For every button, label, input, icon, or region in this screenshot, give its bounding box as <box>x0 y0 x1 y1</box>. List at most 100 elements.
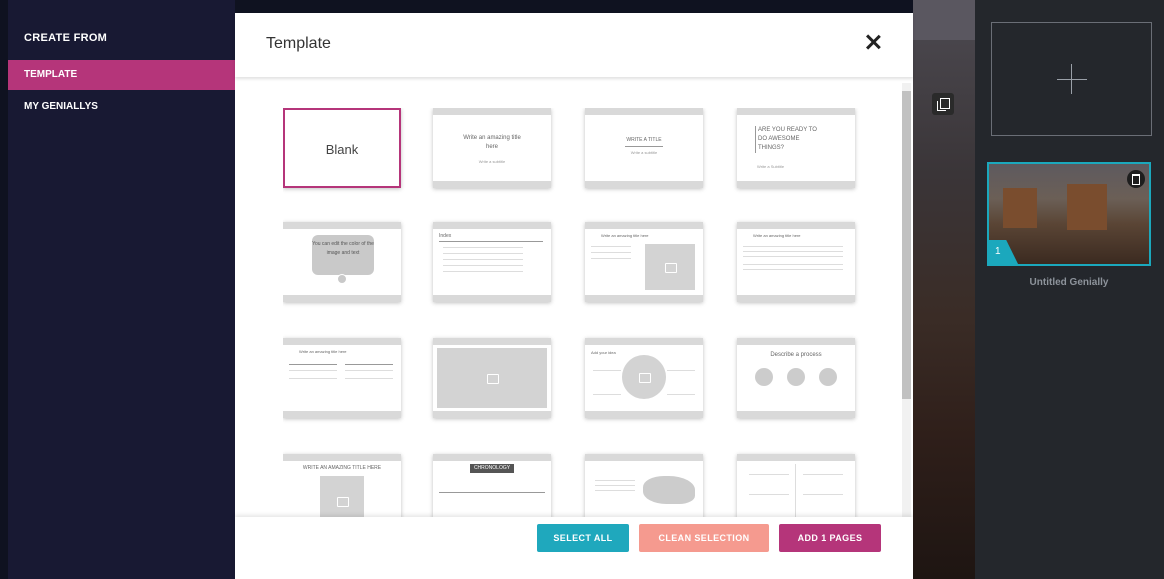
scrollbar-thumb[interactable] <box>902 91 911 399</box>
thumb-text: WRITE AN AMAZING TITLE HERE <box>302 465 382 471</box>
thumb-line <box>443 259 523 260</box>
template-thumb-full-image[interactable] <box>433 338 551 418</box>
modal-title: Template <box>266 35 331 52</box>
select-all-button[interactable]: SELECT ALL <box>537 524 629 552</box>
thumb-bar <box>585 338 703 345</box>
thumb-subtext: Write a Subtitle <box>757 164 785 169</box>
thumb-line <box>593 394 621 395</box>
template-thumb-title-image[interactable]: Write an amazing title here <box>585 222 703 302</box>
template-thumb-circle-diagram[interactable]: Add your idea <box>585 338 703 418</box>
thumb-line <box>591 246 631 247</box>
thumb-bar <box>283 338 401 345</box>
thumb-bar <box>737 108 855 115</box>
template-thumb-are-you-ready[interactable]: ARE YOU READY TO DO AWESOME THINGS? Writ… <box>737 108 855 188</box>
sidebar-title: CREATE FROM <box>24 32 108 44</box>
thumb-line <box>439 241 543 242</box>
thumb-line <box>289 364 337 365</box>
thumb-line <box>743 246 843 247</box>
blank-label: Blank <box>325 142 359 157</box>
thumb-line <box>443 253 523 254</box>
thumb-bar <box>283 222 401 229</box>
image-placeholder-icon <box>320 476 364 518</box>
thumb-text: You can edit the color of the image and … <box>312 241 374 256</box>
sidebar-item-template[interactable]: TEMPLATE <box>8 60 249 90</box>
thumb-bar <box>585 411 703 418</box>
background-photo <box>913 0 975 579</box>
clean-selection-button[interactable]: CLEAN SELECTION <box>639 524 769 552</box>
thumb-bar <box>585 222 703 229</box>
thumb-bar <box>737 454 855 461</box>
sidebar-item-my-geniallys[interactable]: MY GENIALLYS <box>8 92 235 122</box>
thumb-bar <box>585 108 703 115</box>
thumb-line <box>595 480 635 481</box>
thumb-text: Add your idea <box>591 350 616 355</box>
thumb-line <box>743 256 843 257</box>
thumb-text: Write an amazing title here <box>299 349 347 354</box>
thumb-line <box>443 265 523 266</box>
template-thumb-chronology[interactable]: CHRONOLOGY <box>433 454 551 518</box>
thumb-bar <box>433 295 551 302</box>
thumb-line <box>667 370 695 371</box>
image-placeholder-icon <box>437 348 547 408</box>
template-thumb-blank[interactable]: Blank <box>283 108 401 188</box>
thumb-bar <box>283 295 401 302</box>
thumb-line <box>749 494 789 495</box>
thumb-bar <box>737 222 855 229</box>
add-pages-button[interactable]: ADD 1 PAGES <box>779 524 881 552</box>
thumb-line <box>595 490 635 491</box>
thumb-text: Write an amazing title here <box>463 135 521 150</box>
thumb-bar <box>585 454 703 461</box>
shelf-image <box>1067 184 1107 230</box>
page-name: Untitled Genially <box>1029 277 1109 288</box>
timeline-line <box>439 492 545 493</box>
duplicate-icon[interactable] <box>932 93 954 115</box>
template-thumb-index[interactable]: Index <box>433 222 551 302</box>
thumb-bar <box>433 338 551 345</box>
thumb-bar <box>585 295 703 302</box>
thumb-line <box>667 394 695 395</box>
thumb-line <box>803 474 843 475</box>
thumb-line <box>743 251 843 252</box>
template-thumb-two-columns[interactable]: Write an amazing title here <box>283 338 401 418</box>
thumb-bar <box>433 411 551 418</box>
thumb-bar <box>433 222 551 229</box>
thumb-text: Write an amazing title here <box>601 233 649 238</box>
thumb-bar <box>737 411 855 418</box>
trash-icon[interactable] <box>1127 170 1145 188</box>
thumb-line <box>749 474 789 475</box>
thumb-line <box>591 258 631 259</box>
thumb-bar <box>737 181 855 188</box>
template-thumb-title-subtitle[interactable]: Write an amazing title here Write a subt… <box>433 108 551 188</box>
template-thumb-world-map[interactable] <box>585 454 703 518</box>
image-placeholder-icon <box>645 244 695 290</box>
template-thumb-two-column-text[interactable] <box>737 454 855 518</box>
thumb-divider <box>795 464 796 518</box>
add-page-button[interactable] <box>991 22 1152 136</box>
scrollbar[interactable] <box>902 83 911 523</box>
thumb-line <box>743 269 843 270</box>
template-grid: Blank Write an amazing title here Write … <box>283 108 863 518</box>
template-thumb-title-text[interactable]: Write an amazing title here <box>737 222 855 302</box>
template-modal: Template Blank Write an amazing title he… <box>235 13 913 579</box>
thumb-text: Index <box>439 233 452 239</box>
thumb-bar <box>433 454 551 461</box>
avatar-icon <box>337 274 347 284</box>
modal-header: Template <box>235 13 913 77</box>
thumb-text: Describe a process <box>770 352 822 358</box>
thumb-line <box>591 252 631 253</box>
template-thumb-process[interactable]: Describe a process <box>737 338 855 418</box>
sidebar: CREATE FROM TEMPLATE MY GENIALLYS <box>8 0 249 579</box>
thumb-line <box>345 364 393 365</box>
thumb-line <box>443 271 523 272</box>
close-icon[interactable] <box>863 33 883 53</box>
template-thumb-title-image-big[interactable]: WRITE AN AMAZING TITLE HERE <box>283 454 401 518</box>
image-placeholder-icon <box>622 355 666 399</box>
thumb-bar <box>737 295 855 302</box>
background-photo-top <box>913 0 975 40</box>
process-step-icon <box>819 368 837 386</box>
thumb-line <box>743 264 843 265</box>
thumb-line <box>289 378 337 379</box>
template-thumb-write-a-title[interactable]: WRITE A TITLE Write a subtitle <box>585 108 703 188</box>
template-thumb-speech-bubble[interactable]: You can edit the color of the image and … <box>283 222 401 302</box>
thumb-line <box>595 485 635 486</box>
